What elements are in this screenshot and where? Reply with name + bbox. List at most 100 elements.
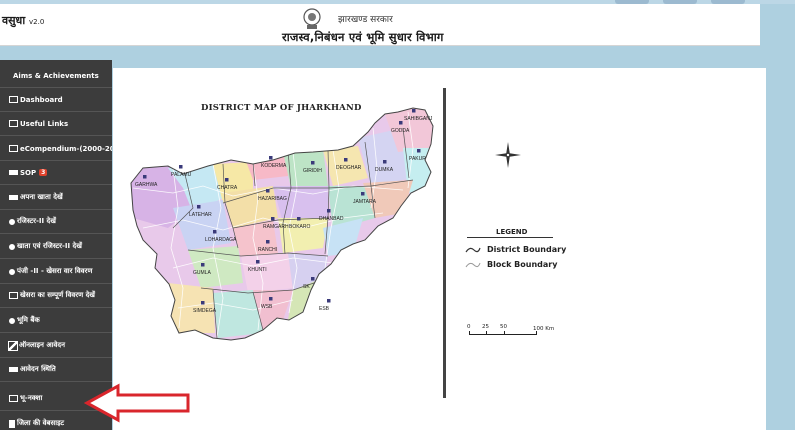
sidebar-item-9[interactable]: पंजी -II - खेसरा वार विवरण — [0, 260, 112, 284]
image-icon — [9, 96, 18, 103]
district-label: HAZARIBAG — [258, 196, 287, 202]
sidebar-item-label: eCompendium-(2000-2019) — [20, 144, 112, 153]
map-divider — [443, 88, 446, 398]
district-label: BOKARO — [289, 224, 311, 230]
district-hq-marker-icon — [311, 161, 315, 165]
compass-icon — [495, 142, 521, 168]
district-label: PALAMU — [171, 172, 192, 178]
legend-item-district: District Boundary — [465, 245, 566, 254]
district-label: LOHARDAGA — [205, 237, 237, 243]
district-label: GARHWA — [135, 182, 158, 188]
district-hq-marker-icon — [266, 189, 270, 193]
sidebar-item-2[interactable]: Dashboard — [0, 88, 112, 112]
district-label: RANCHI — [258, 247, 277, 253]
map-scale-bar: 0 25 50 — [466, 324, 540, 338]
bookmark-icon — [9, 419, 15, 428]
sidebar-item-label: खेसरा का सम्पूर्ण विवरण देखें — [20, 291, 96, 299]
district-hq-marker-icon — [256, 260, 260, 264]
sidebar-item-label: जिला की वेबसाइट — [17, 419, 65, 427]
district-hq-marker-icon — [399, 121, 403, 125]
district-hq-marker-icon — [201, 301, 205, 305]
district-label: RAMGARH — [263, 224, 289, 230]
district-label: JAMTARA — [353, 199, 377, 205]
district-hq-marker-icon — [179, 165, 183, 169]
district-label: SIMDEGA — [193, 308, 217, 314]
district-label: GODDA — [391, 128, 410, 134]
department-title: राजस्व,निबंधन एवं भूमि सुधार विभाग — [282, 30, 444, 44]
district-label: SK — [303, 284, 310, 290]
district-label: CHATRA — [217, 185, 238, 191]
district-hq-marker-icon — [266, 240, 270, 244]
edit-icon — [8, 340, 18, 351]
sidebar-item-11[interactable]: भूमि बैंक — [0, 309, 112, 333]
legend-title: LEGEND — [496, 228, 528, 236]
sidebar-item-8[interactable]: खाता एवं रजिस्टर-II देखें — [0, 235, 112, 259]
sidebar-item-12[interactable]: ऑनलाइन आवेदन — [0, 334, 112, 358]
document-icon — [9, 170, 18, 175]
district-hq-marker-icon — [269, 297, 273, 301]
govt-name: झारखण्ड सरकार — [338, 15, 393, 25]
app-logo[interactable]: वसुधा v2.0 — [2, 13, 44, 28]
image-icon — [9, 292, 18, 299]
district-hq-marker-icon — [197, 205, 201, 209]
sidebar-item-10[interactable]: खेसरा का सम्पूर्ण विवरण देखें — [0, 284, 112, 308]
district-hq-marker-icon — [361, 192, 365, 196]
district-hq-marker-icon — [327, 209, 331, 213]
district-label: LATEHAR — [189, 212, 212, 218]
district-label: DHANBAD — [319, 216, 344, 222]
district-label: DEOGHAR — [336, 165, 362, 171]
sidebar-item-label: भूमि बैंक — [17, 316, 40, 324]
district-hq-marker-icon — [269, 156, 273, 160]
district-hq-marker-icon — [201, 263, 205, 267]
sidebar-item-label: Dashboard — [20, 95, 63, 104]
district-hq-marker-icon — [297, 217, 301, 221]
sidebar-item-label: अपना खाता देखें — [20, 193, 63, 201]
district-hq-marker-icon — [143, 175, 147, 179]
sidebar-item-label: ऑनलाइन आवेदन — [19, 341, 66, 349]
district-label: GUMLA — [193, 270, 211, 276]
district-hq-marker-icon — [344, 158, 348, 162]
sidebar-item-7[interactable]: रजिस्टर-II देखें — [0, 210, 112, 234]
sidebar-item-3[interactable]: Useful Links — [0, 112, 112, 136]
sidebar-item-label: Useful Links — [20, 119, 69, 128]
eye-icon — [9, 317, 15, 324]
district-boundary-swatch — [465, 247, 481, 252]
district-label: ESB — [319, 306, 330, 312]
legend-item-block: Block Boundary — [465, 260, 557, 269]
map-panel: DISTRICT MAP OF JHARKHAND SAHIBGANJ GODD… — [113, 68, 766, 430]
district-hq-marker-icon — [271, 217, 275, 221]
sidebar-item-label: खाता एवं रजिस्टर-II देखें — [17, 242, 82, 250]
sidebar-item-13[interactable]: आवेदन स्थिति — [0, 358, 112, 382]
sidebar-item-5[interactable]: SOP 3 — [0, 161, 112, 185]
district-hq-marker-icon — [327, 299, 331, 303]
site-header: वसुधा v2.0 झारखण्ड सरकार राजस्व,निबंधन ए… — [0, 4, 760, 46]
eye-icon — [9, 268, 15, 275]
district-label: KHUNTI — [248, 267, 267, 273]
sidebar-item-label: Aims & Achievements — [13, 71, 99, 80]
district-label: SAHIBGANJ — [404, 116, 433, 122]
sidebar-item-4[interactable]: eCompendium-(2000-2019) — [0, 137, 112, 161]
legend-rule — [467, 237, 553, 238]
image-icon — [9, 120, 18, 127]
jharkhand-district-map[interactable]: SAHIBGANJ GODDA PAKUR GARHWA PALAMU KODERMA GI… — [113, 68, 443, 368]
sidebar-item-6[interactable]: अपना खाता देखें — [0, 186, 112, 210]
sidebar-item-label: आवेदन स्थिति — [20, 365, 56, 373]
sidebar-item-label: रजिस्टर-II देखें — [17, 217, 56, 225]
eye-icon — [9, 243, 15, 250]
district-hq-marker-icon — [213, 230, 217, 234]
pointer-arrow-icon — [84, 383, 190, 423]
block-boundary-swatch — [465, 262, 481, 267]
district-hq-marker-icon — [412, 109, 416, 113]
sidebar-item-label: भू-नक्शा — [20, 394, 43, 402]
document-icon — [9, 367, 18, 372]
district-label: GIRIDIH — [303, 168, 322, 174]
sidebar-nav: Aims & Achievements Dashboard Useful Links… — [0, 60, 112, 430]
district-hq-marker-icon — [311, 277, 315, 281]
district-label: WSB — [261, 304, 273, 310]
state-emblem-icon — [303, 8, 321, 29]
district-hq-marker-icon — [383, 160, 387, 164]
a-letter-icon — [9, 72, 11, 79]
document-icon — [9, 195, 18, 200]
sidebar-item-1[interactable]: Aims & Achievements — [0, 64, 112, 88]
scale-label-100: 100 Km — [533, 326, 555, 332]
